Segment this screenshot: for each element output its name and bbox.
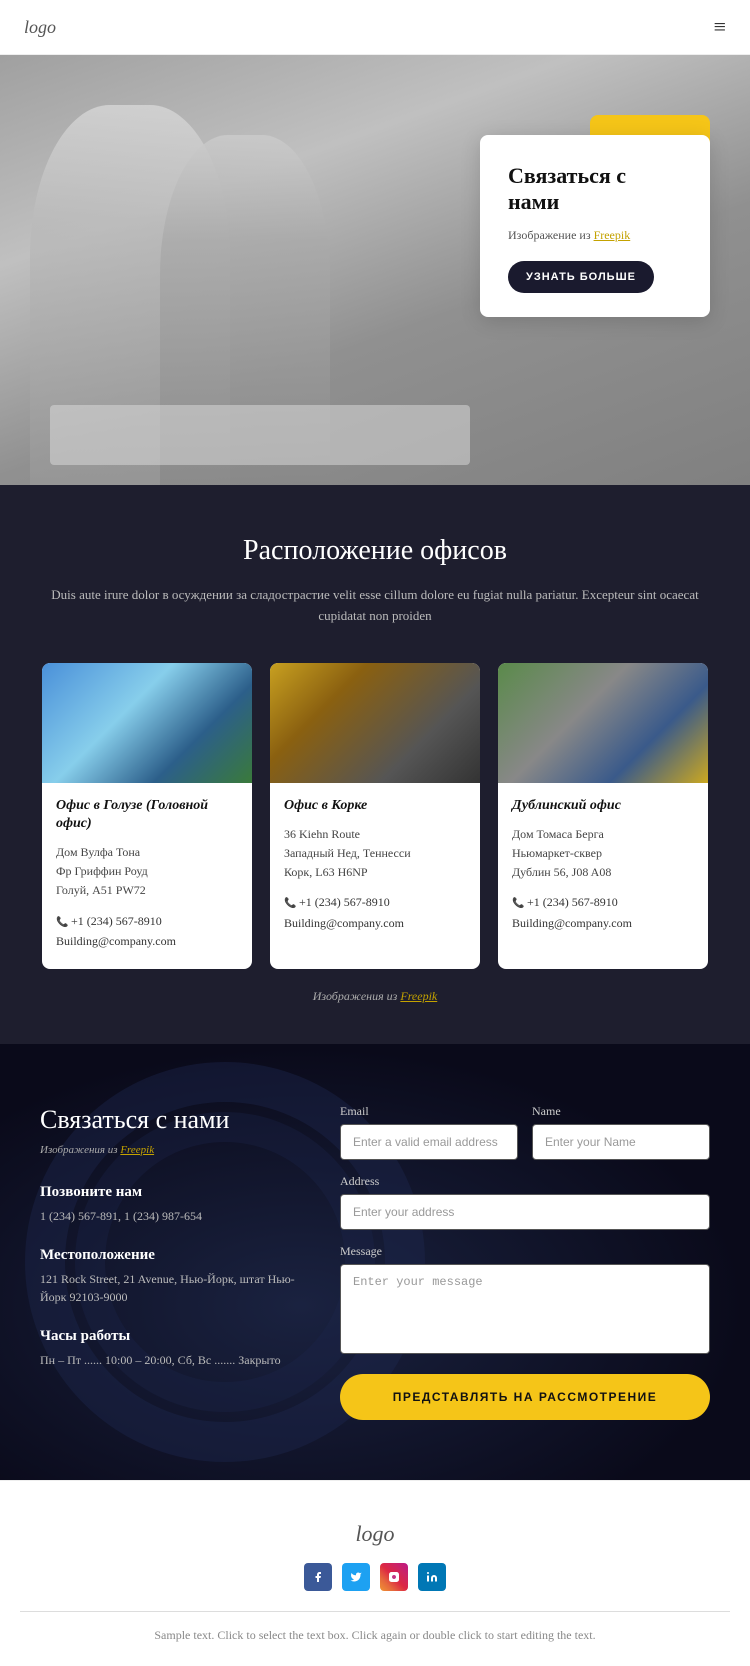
form-group-email: Email: [340, 1104, 518, 1160]
office-1-address: Дом Вулфа ТонаФр Гриффин РоудГолуй, A51 …: [56, 843, 238, 901]
office-image-1: [42, 663, 252, 783]
office-3-address: Дом Томаса БергаНьюмаркет-скверДублин 56…: [512, 825, 694, 883]
form-group-name: Name: [532, 1104, 710, 1160]
social-icons-container: [20, 1563, 730, 1591]
offices-description: Duis aute irure dolor в осуждении за сла…: [40, 585, 710, 627]
contact-phone-value: 1 (234) 567-891, 1 (234) 987-654: [40, 1207, 300, 1225]
office-card-1: Офис в Голузе (Головной офис) Дом Вулфа …: [42, 663, 252, 970]
office-image-3: [498, 663, 708, 783]
submit-button[interactable]: ПРЕДСТАВЛЯТЬ НА РАССМОТРЕНИЕ: [340, 1374, 710, 1420]
office-2-address: 36 Kiehn RouteЗападный Нед, ТеннессиКорк…: [284, 825, 466, 883]
contact-location-value: 121 Rock Street, 21 Avenue, Нью-Йорк, шт…: [40, 1270, 300, 1306]
contact-hours-value: Пн – Пт ...... 10:00 – 20:00, Сб, Вс ...…: [40, 1351, 300, 1369]
office-1-name: Офис в Голузе (Головной офис): [56, 797, 238, 833]
contact-location-label: Местоположение: [40, 1247, 300, 1264]
name-input[interactable]: [532, 1124, 710, 1160]
hero-card: Связаться с нами Изображение из Freepik …: [480, 135, 710, 317]
contact-form: Email Name Address Message: [340, 1104, 710, 1420]
form-row-address: Address: [340, 1174, 710, 1230]
office-card-3: Дублинский офис Дом Томаса БергаНьюмарке…: [498, 663, 708, 970]
office-3-name: Дублинский офис: [512, 797, 694, 815]
office-card-1-body: Офис в Голузе (Головной офис) Дом Вулфа …: [42, 783, 252, 952]
hero-card-wrapper: Связаться с нами Изображение из Freepik …: [480, 135, 710, 317]
office-2-name: Офис в Корке: [284, 797, 466, 815]
office-1-contact: +1 (234) 567-8910 Building@company.com: [56, 911, 238, 952]
offices-title: Расположение офисов: [40, 535, 710, 567]
contact-hours-label: Часы работы: [40, 1328, 300, 1345]
office-3-email: Building@company.com: [512, 913, 694, 933]
office-3-contact: +1 (234) 567-8910 Building@company.com: [512, 892, 694, 933]
footer-logo: logo: [20, 1521, 730, 1547]
office-1-phone: +1 (234) 567-8910: [56, 911, 238, 931]
contact-phone-label: Позвоните нам: [40, 1184, 300, 1201]
logo: logo: [24, 17, 56, 38]
footer-sample-text: Sample text. Click to select the text bo…: [20, 1626, 730, 1645]
office-image-2: [270, 663, 480, 783]
hero-section: Связаться с нами Изображение из Freepik …: [0, 55, 750, 485]
contact-credit: Изображения из Freepik: [40, 1144, 300, 1156]
twitter-icon[interactable]: [342, 1563, 370, 1591]
offices-credit: Изображения из Freepik: [40, 989, 710, 1004]
address-label: Address: [340, 1174, 710, 1189]
instagram-icon[interactable]: [380, 1563, 408, 1591]
facebook-icon[interactable]: [304, 1563, 332, 1591]
message-label: Message: [340, 1244, 710, 1259]
office-2-email: Building@company.com: [284, 913, 466, 933]
footer-divider: [20, 1611, 730, 1612]
hamburger-icon[interactable]: ≡: [714, 14, 726, 40]
office-card-2-body: Офис в Корке 36 Kiehn RouteЗападный Нед,…: [270, 783, 480, 934]
office-card-3-body: Дублинский офис Дом Томаса БергаНьюмарке…: [498, 783, 708, 934]
offices-cards-container: Офис в Голузе (Головной офис) Дом Вулфа …: [40, 663, 710, 970]
office-2-contact: +1 (234) 567-8910 Building@company.com: [284, 892, 466, 933]
office-1-email: Building@company.com: [56, 931, 238, 951]
contact-hours-block: Часы работы Пн – Пт ...... 10:00 – 20:00…: [40, 1328, 300, 1369]
office-card-2: Офис в Корке 36 Kiehn RouteЗападный Нед,…: [270, 663, 480, 970]
contact-inner: Связаться с нами Изображения из Freepik …: [40, 1104, 710, 1420]
header: logo ≡: [0, 0, 750, 55]
form-row-message: Message: [340, 1244, 710, 1354]
address-input[interactable]: [340, 1194, 710, 1230]
message-textarea[interactable]: [340, 1264, 710, 1354]
hero-card-subtitle: Изображение из Freepik: [508, 228, 682, 243]
email-input[interactable]: [340, 1124, 518, 1160]
form-group-address: Address: [340, 1174, 710, 1230]
name-label: Name: [532, 1104, 710, 1119]
contact-title: Связаться с нами: [40, 1104, 300, 1135]
form-group-message: Message: [340, 1244, 710, 1354]
hero-card-title: Связаться с нами: [508, 163, 682, 216]
office-2-phone: +1 (234) 567-8910: [284, 892, 466, 912]
linkedin-icon[interactable]: [418, 1563, 446, 1591]
contact-left: Связаться с нами Изображения из Freepik …: [40, 1104, 300, 1390]
office-3-phone: +1 (234) 567-8910: [512, 892, 694, 912]
contact-location-block: Местоположение 121 Rock Street, 21 Avenu…: [40, 1247, 300, 1306]
hero-learn-more-button[interactable]: УЗНАТЬ БОЛЬШЕ: [508, 261, 654, 293]
contact-phone-block: Позвоните нам 1 (234) 567-891, 1 (234) 9…: [40, 1184, 300, 1225]
form-row-email-name: Email Name: [340, 1104, 710, 1160]
offices-section: Расположение офисов Duis aute irure dolo…: [0, 485, 750, 1044]
email-label: Email: [340, 1104, 518, 1119]
contact-section: Связаться с нами Изображения из Freepik …: [0, 1044, 750, 1480]
footer: logo Sample text. Click to select the te…: [0, 1480, 750, 1665]
